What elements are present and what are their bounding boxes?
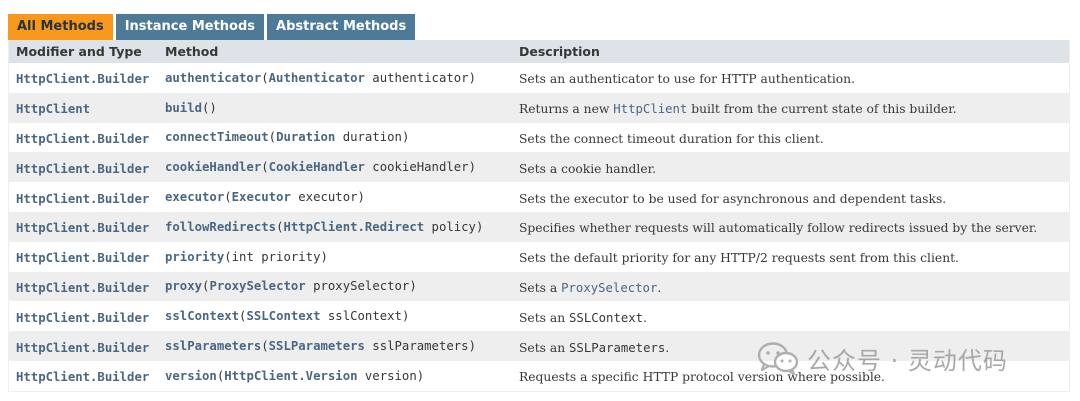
- method-description: Sets an SSLParameters.: [519, 341, 669, 355]
- method-link[interactable]: proxy: [165, 279, 202, 293]
- return-type-link[interactable]: HttpClient.Builder: [16, 192, 149, 206]
- method-paren: ): [468, 70, 476, 85]
- method-description: Sets a ProxySelector.: [519, 281, 661, 295]
- table-row: HttpClient.Builder executor(Executor exe…: [9, 182, 1069, 212]
- method-paren: ): [401, 130, 410, 145]
- description-text: Sets an: [519, 310, 570, 325]
- method-description: Sets the connect timeout duration for th…: [519, 131, 824, 146]
- param-name: cookieHandler: [364, 160, 469, 175]
- method-link[interactable]: sslContext: [165, 309, 239, 323]
- description-text: Sets a: [519, 280, 562, 295]
- table-row: HttpClient.Builder connectTimeout(Durati…: [9, 122, 1069, 153]
- method-description: Returns a new HttpClient built from the …: [519, 102, 957, 116]
- return-type-link[interactable]: HttpClient.Builder: [16, 251, 149, 265]
- param-type-link[interactable]: HttpClient.Version: [224, 369, 357, 383]
- method-paren: ): [468, 160, 476, 175]
- return-type-link[interactable]: HttpClient.Builder: [16, 370, 149, 384]
- method-link[interactable]: authenticator: [165, 71, 261, 85]
- method-link[interactable]: build: [165, 101, 202, 115]
- method-paren: ): [468, 339, 476, 354]
- method-paren: ): [357, 190, 365, 205]
- method-description: Sets an SSLContext.: [519, 311, 647, 325]
- method-link[interactable]: priority: [165, 250, 224, 264]
- return-type-link[interactable]: HttpClient: [16, 102, 90, 116]
- param-name: proxySelector: [305, 279, 410, 294]
- method-params: (int priority): [224, 249, 328, 264]
- tab-all-methods[interactable]: All Methods: [8, 14, 113, 40]
- description-text: Sets an: [519, 340, 570, 355]
- param-name: version: [357, 368, 417, 383]
- method-link[interactable]: version: [165, 369, 217, 383]
- method-paren: ): [416, 368, 425, 383]
- param-name: sslParameters: [364, 339, 469, 354]
- class-link[interactable]: HttpClient: [613, 102, 687, 116]
- description-code: SSLContext: [569, 310, 644, 325]
- watermark: 公众号 · 灵动代码: [757, 338, 1008, 378]
- method-paren: ): [401, 309, 410, 324]
- method-description: Specifies whether requests will automati…: [519, 221, 1038, 236]
- method-link[interactable]: connectTimeout: [165, 130, 269, 144]
- table-header: Modifier and Type Method Description: [9, 40, 1069, 63]
- method-paren: (: [224, 190, 232, 205]
- return-type-link[interactable]: HttpClient.Builder: [16, 281, 149, 295]
- param-type-link[interactable]: SSLContext: [246, 309, 320, 323]
- header-method: Method: [165, 44, 219, 59]
- return-type-link[interactable]: HttpClient.Builder: [16, 221, 149, 235]
- class-link[interactable]: ProxySelector: [561, 281, 657, 295]
- table-row: HttpClient.Builder proxy(ProxySelector p…: [9, 271, 1069, 302]
- table-row: HttpClient.Builder authenticator(Authent…: [9, 63, 1069, 93]
- description-text: .: [665, 340, 670, 355]
- description-text: .: [657, 280, 662, 295]
- description-text: built from the current state of this bui…: [687, 102, 957, 117]
- return-type-link[interactable]: HttpClient.Builder: [16, 311, 149, 325]
- param-type-link[interactable]: Authenticator: [269, 71, 365, 85]
- table-row: HttpClient.Builder sslContext(SSLContext…: [9, 301, 1069, 332]
- description-text: Returns a new: [519, 102, 614, 117]
- param-name: authenticator: [364, 70, 469, 85]
- method-description: Sets the executor to be used for asynchr…: [519, 191, 947, 206]
- return-type-link[interactable]: HttpClient.Builder: [16, 72, 149, 86]
- method-description: Sets an authenticator to use for HTTP au…: [519, 72, 856, 87]
- param-type-link[interactable]: CookieHandler: [269, 160, 365, 174]
- param-type-link[interactable]: Executor: [232, 190, 291, 204]
- method-paren: (): [202, 100, 217, 115]
- param-name: executor: [290, 190, 358, 205]
- header-description: Description: [519, 44, 600, 59]
- method-summary: All Methods Instance Methods Abstract Me…: [0, 0, 1080, 401]
- wechat-icon: [757, 342, 799, 375]
- method-tabs: All Methods Instance Methods Abstract Me…: [8, 14, 416, 40]
- param-name: policy: [424, 219, 476, 234]
- table-row: HttpClient.Builder cookieHandler(CookieH…: [9, 152, 1069, 183]
- method-paren: (: [261, 70, 269, 85]
- tab-abstract-methods[interactable]: Abstract Methods: [267, 14, 416, 40]
- table-row: HttpClient.Builder followRedirects(HttpC…: [9, 211, 1069, 242]
- param-type-link[interactable]: HttpClient.Redirect: [283, 220, 424, 234]
- method-paren: (: [261, 160, 269, 175]
- method-paren: (: [268, 130, 277, 145]
- method-link[interactable]: followRedirects: [165, 220, 276, 234]
- return-type-link[interactable]: HttpClient.Builder: [16, 341, 149, 355]
- param-type-link[interactable]: ProxySelector: [209, 279, 305, 293]
- param-type-link[interactable]: Duration: [276, 130, 335, 144]
- table-row: HttpClient.Builder priority(int priority…: [9, 241, 1069, 272]
- method-link[interactable]: executor: [165, 190, 224, 204]
- method-link[interactable]: cookieHandler: [165, 160, 261, 174]
- return-type-link[interactable]: HttpClient.Builder: [16, 162, 149, 176]
- method-description: Sets the default priority for any HTTP/2…: [519, 251, 959, 266]
- method-paren: (: [261, 339, 269, 354]
- method-paren: ): [475, 219, 484, 234]
- tab-instance-methods[interactable]: Instance Methods: [115, 14, 265, 40]
- header-modifier-and-type: Modifier and Type: [16, 44, 142, 59]
- return-type-link[interactable]: HttpClient.Builder: [16, 132, 149, 146]
- param-name: duration: [335, 130, 402, 145]
- param-name: sslContext: [320, 309, 402, 324]
- method-description: Sets a cookie handler.: [519, 161, 657, 176]
- param-type-link[interactable]: SSLParameters: [269, 339, 365, 353]
- table-row: HttpClient build() Returns a new HttpCli…: [9, 92, 1069, 123]
- description-code: SSLParameters: [569, 340, 666, 355]
- watermark-text: 公众号 · 灵动代码: [807, 346, 1008, 375]
- description-text: .: [643, 310, 647, 325]
- method-paren: ): [409, 279, 417, 294]
- method-link[interactable]: sslParameters: [165, 339, 261, 353]
